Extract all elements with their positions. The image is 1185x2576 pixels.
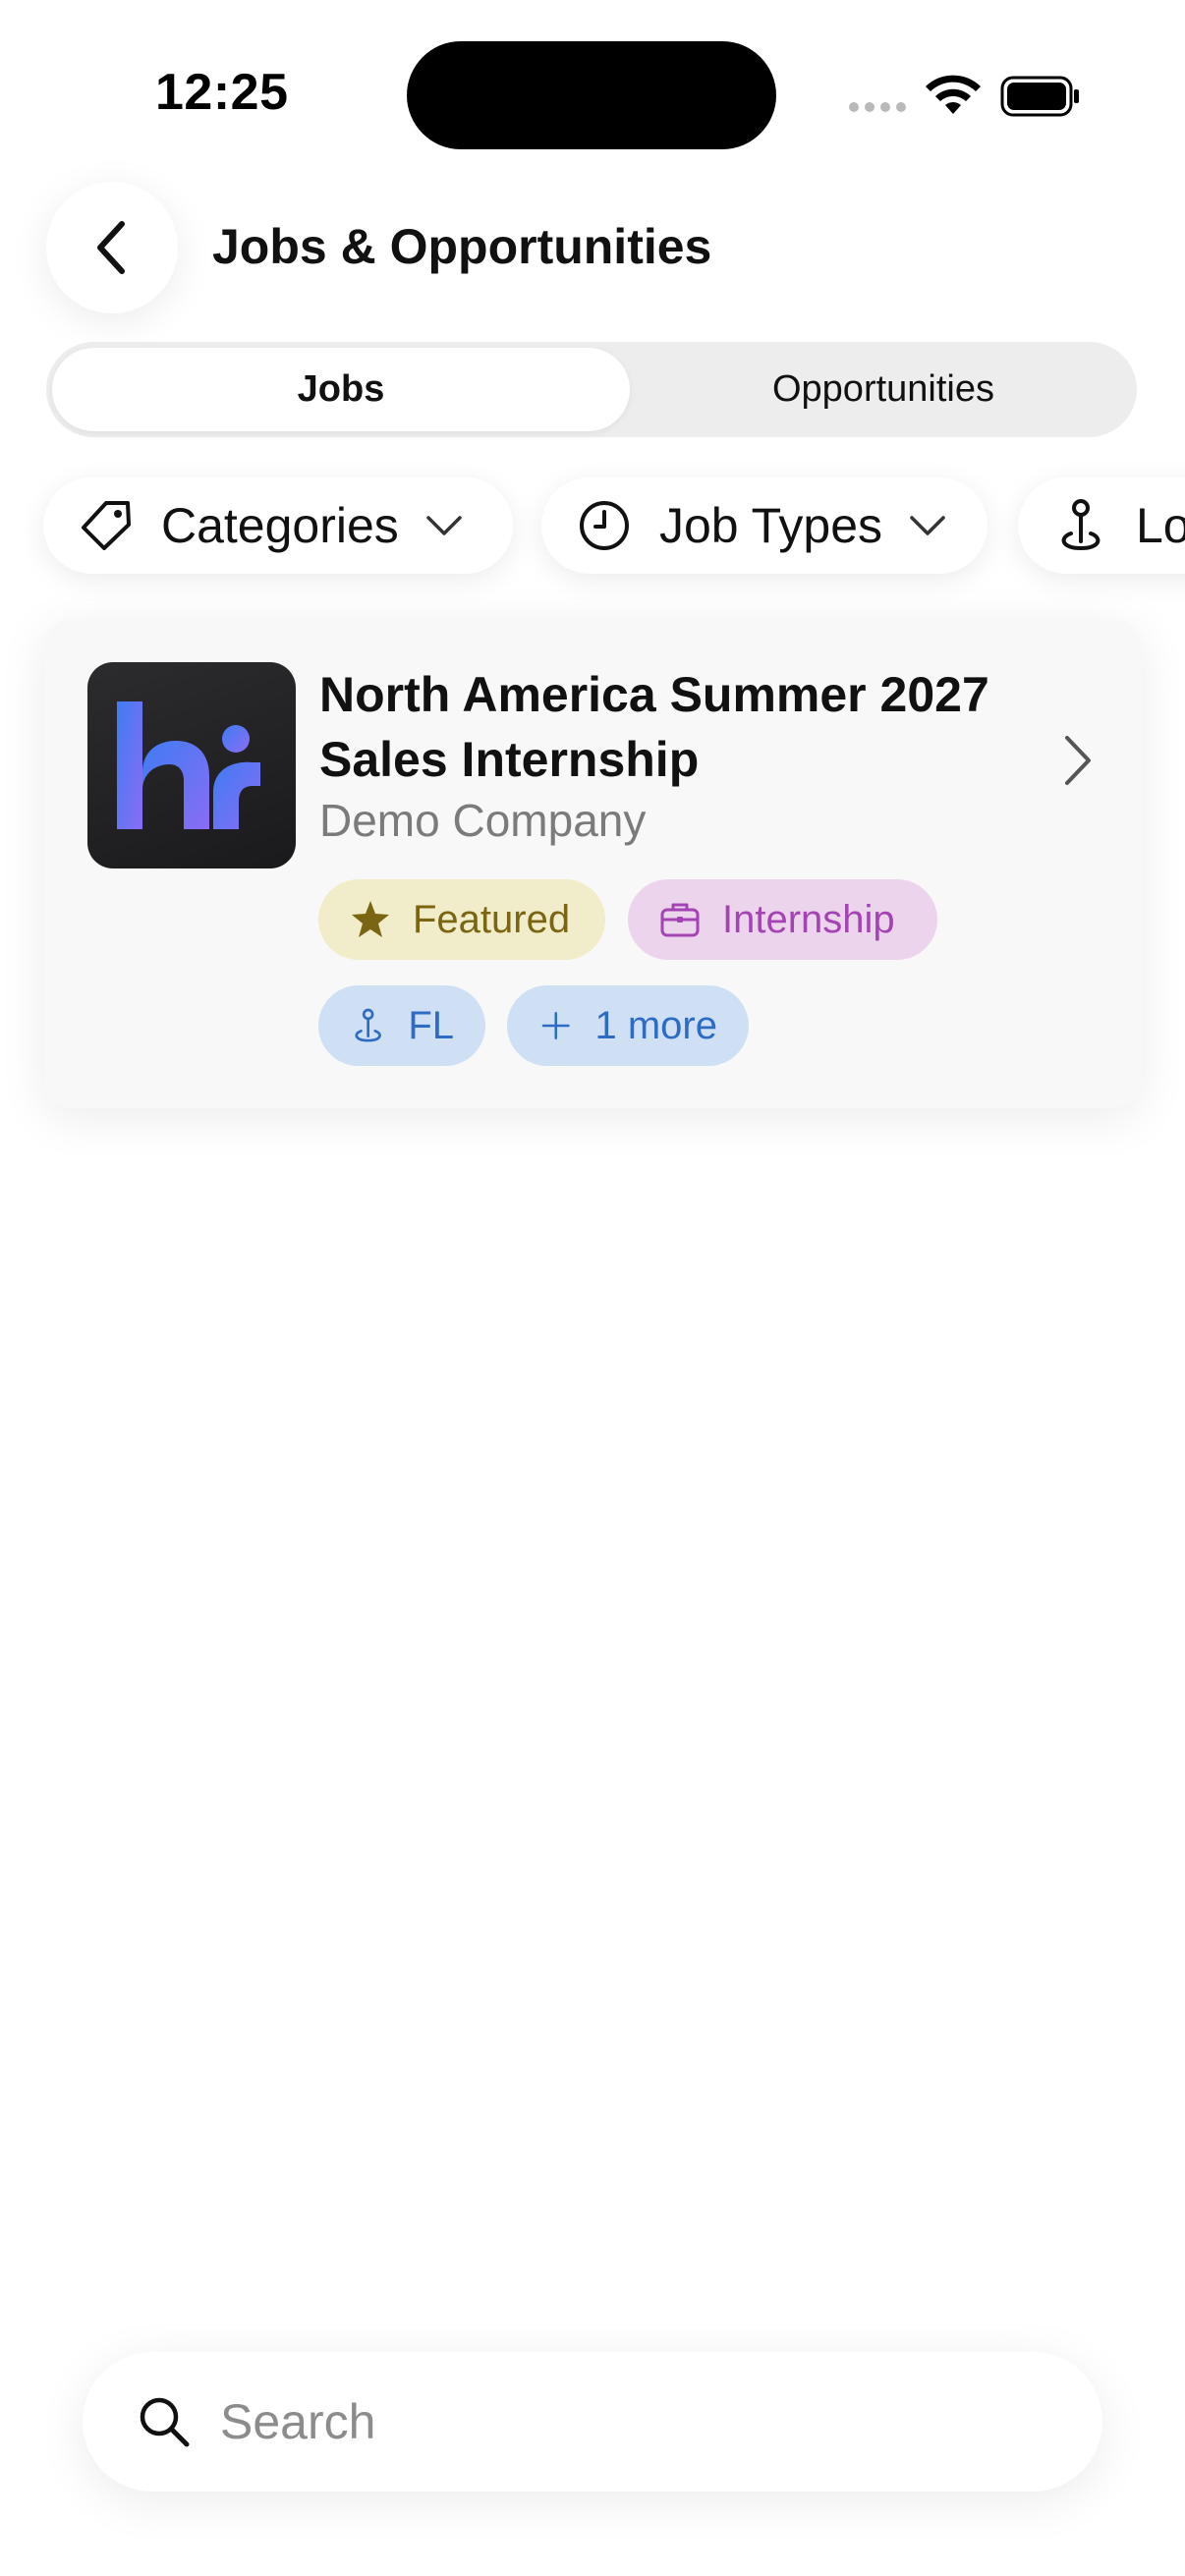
- clock-icon: [580, 501, 629, 550]
- search-icon: [140, 2397, 190, 2447]
- map-pin-icon: [355, 1008, 381, 1042]
- chevron-down-icon: [910, 516, 945, 535]
- page-title: Jobs & Opportunities: [212, 219, 712, 274]
- wifi-icon: [926, 75, 981, 114]
- search-input[interactable]: [220, 2393, 1006, 2450]
- jobs-opportunities-segmented-control: Jobs Opportunities: [46, 342, 1137, 437]
- company-name: Demo Company: [319, 795, 647, 846]
- search-bar[interactable]: [83, 2352, 1102, 2492]
- chevron-left-icon: [97, 221, 125, 274]
- location-filter-button[interactable]: Location: [1018, 477, 1185, 574]
- cellular-signal-icon: [849, 102, 906, 112]
- chevron-right-icon: [1065, 736, 1091, 785]
- more-tags-badge[interactable]: 1 more: [507, 985, 749, 1066]
- chevron-down-icon: [426, 516, 462, 535]
- tab-jobs[interactable]: Jobs: [52, 348, 630, 431]
- internship-label: Internship: [722, 897, 895, 941]
- briefcase-icon: [660, 903, 700, 937]
- job-title-line-1: North America Summer 2027: [319, 667, 989, 722]
- tag-icon: [82, 501, 131, 550]
- job-title: North America Summer 2027 Sales Internsh…: [319, 662, 1027, 792]
- map-pin-icon: [1061, 499, 1100, 551]
- battery-icon: [1000, 76, 1079, 117]
- categories-filter-label: Categories: [161, 498, 399, 553]
- star-icon: [352, 901, 389, 937]
- featured-label: Featured: [413, 897, 571, 941]
- job-types-filter-button[interactable]: Job Types: [541, 477, 988, 574]
- job-types-filter-label: Job Types: [659, 498, 883, 553]
- categories-filter-button[interactable]: Categories: [43, 477, 513, 574]
- location-filter-label: Location: [1136, 498, 1185, 553]
- more-tags-label: 1 more: [594, 1003, 718, 1047]
- company-logo: [87, 662, 296, 868]
- status-time: 12:25: [155, 64, 289, 121]
- location-label: FL: [408, 1003, 454, 1047]
- featured-badge: Featured: [318, 879, 605, 960]
- tab-opportunities[interactable]: Opportunities: [636, 348, 1131, 431]
- back-button[interactable]: [46, 182, 178, 313]
- job-title-line-2: Sales Internship: [319, 732, 700, 787]
- dynamic-island: [407, 41, 776, 149]
- internship-badge: Internship: [628, 879, 937, 960]
- job-card[interactable]: North America Summer 2027 Sales Internsh…: [44, 619, 1141, 1108]
- location-badge: FL: [318, 985, 485, 1066]
- screen: 12:25 Jobs & Opportunities Jobs Opportun…: [0, 0, 1185, 2576]
- plus-icon: [541, 1012, 570, 1039]
- filter-chips-row: Categories Job Types Location: [0, 477, 1185, 576]
